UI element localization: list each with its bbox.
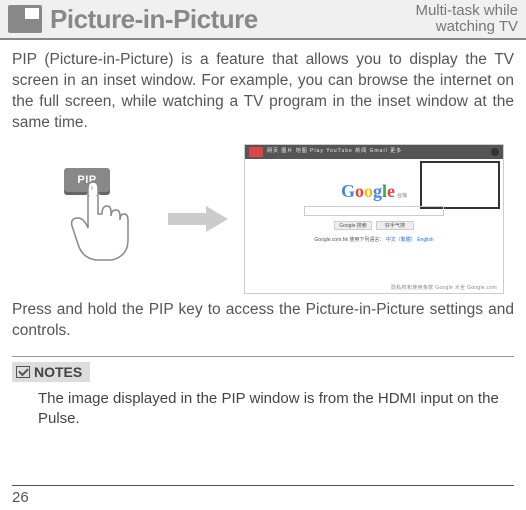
notes-heading: NOTES bbox=[12, 362, 90, 382]
google-search-button: Google 搜索 bbox=[334, 221, 372, 230]
browser-footer-links: 隐私权和使用条款 Google 大全 Google.com bbox=[391, 284, 497, 291]
main-content: PIP (Picture-in-Picture) is a feature th… bbox=[0, 40, 526, 429]
google-logo: Google台灣 bbox=[341, 181, 407, 202]
browser-logo-tag bbox=[249, 147, 263, 157]
footer-divider bbox=[12, 485, 514, 486]
intro-paragraph: PIP (Picture-in-Picture) is a feature th… bbox=[12, 50, 514, 134]
browser-nav-tabs: 网页 图片 地图 Play YouTube 新闻 Gmail 更多 bbox=[267, 147, 402, 154]
hand-icon bbox=[62, 178, 142, 268]
page-header: Picture-in-Picture Multi-task while watc… bbox=[0, 0, 526, 40]
illustration-row: PIP 网页 图片 地图 Play YouTube 新闻 Gmail 更多 Go… bbox=[12, 144, 514, 294]
notes-section: NOTES The image displayed in the PIP win… bbox=[12, 356, 514, 430]
page-subtitle: Multi-task while watching TV bbox=[415, 3, 526, 35]
page-title: Picture-in-Picture bbox=[50, 4, 415, 35]
browser-topbar: 网页 图片 地图 Play YouTube 新闻 Gmail 更多 bbox=[245, 145, 503, 159]
instruction-paragraph: Press and hold the PIP key to access the… bbox=[12, 300, 514, 342]
checklist-icon bbox=[16, 366, 30, 378]
google-buttons: Google 搜索 好手气搜 bbox=[334, 221, 414, 230]
notes-text: The image displayed in the PIP window is… bbox=[38, 389, 514, 430]
browser-preview: 网页 图片 地图 Play YouTube 新闻 Gmail 更多 Google… bbox=[244, 144, 504, 294]
hand-press-illustration: PIP bbox=[22, 164, 152, 274]
search-input bbox=[304, 206, 444, 216]
pip-header-icon bbox=[8, 5, 42, 33]
lucky-button: 好手气搜 bbox=[376, 221, 414, 230]
arrow-icon bbox=[168, 206, 228, 232]
gear-icon bbox=[491, 148, 499, 156]
page-number: 26 bbox=[12, 489, 29, 506]
language-links: Google.com.hk 使用下列语言： 中文（繁體） English bbox=[314, 236, 433, 243]
google-homepage: Google台灣 Google 搜索 好手气搜 Google.com.hk 使用… bbox=[245, 181, 503, 243]
